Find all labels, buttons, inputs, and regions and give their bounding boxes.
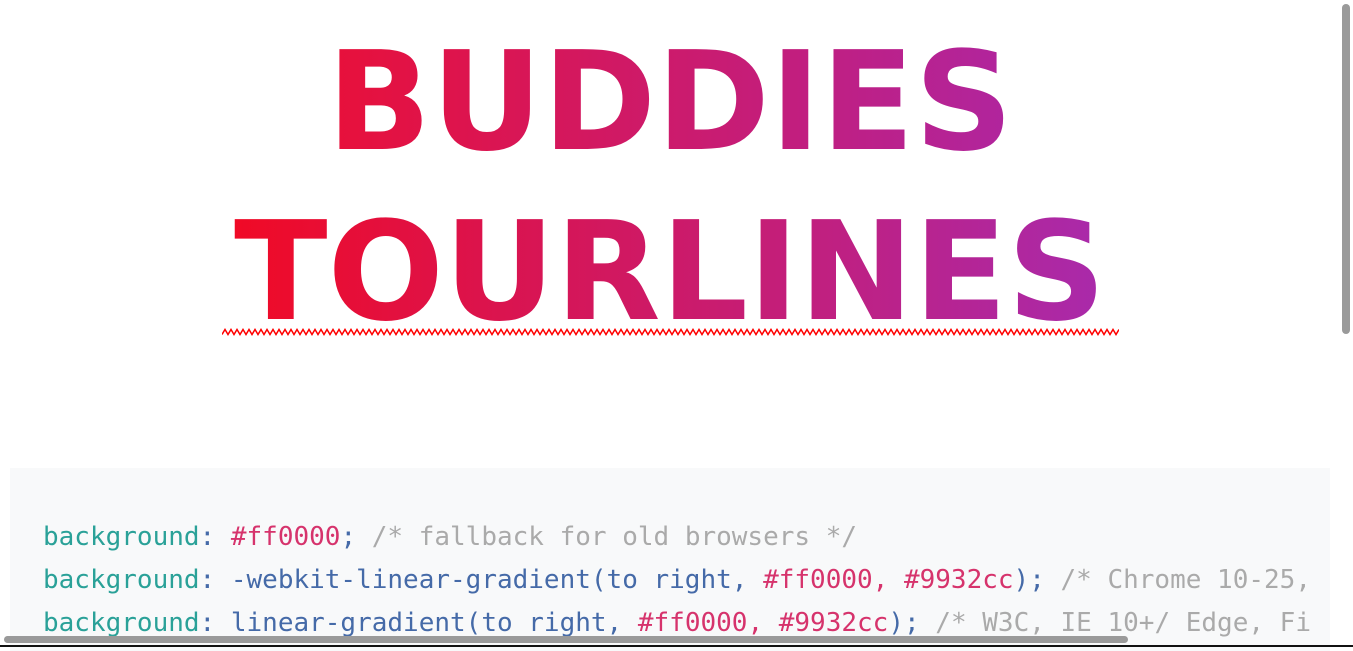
code-text: background: #ff0000; /* fallback for old…	[43, 516, 1311, 645]
spellcheck-underline	[222, 328, 1119, 336]
vertical-scrollbar[interactable]	[1342, 4, 1350, 334]
code-line: background: #ff0000; /* fallback for old…	[43, 522, 858, 552]
heading-line-1: BUDDIES	[327, 18, 1013, 188]
horizontal-scrollbar[interactable]	[4, 636, 1128, 643]
window-border	[0, 645, 1353, 647]
code-block: background: #ff0000; /* fallback for old…	[10, 468, 1330, 651]
heading: BUDDIES TOURLINES	[0, 18, 1340, 358]
code-line: background: -webkit-linear-gradient(to r…	[43, 565, 1311, 595]
code-line: background: linear-gradient(to right, #f…	[43, 608, 1311, 638]
